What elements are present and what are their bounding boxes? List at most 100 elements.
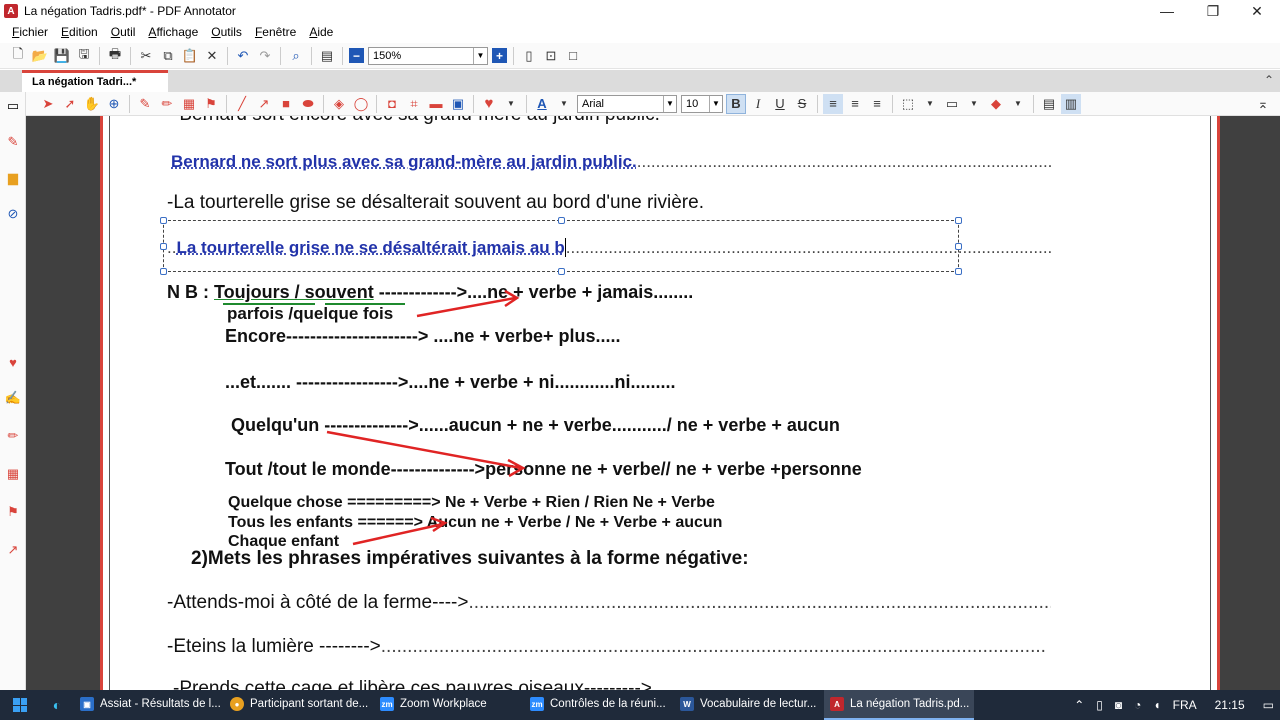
chevron-up-icon[interactable]: ⌃ [1074,698,1084,712]
eraser-icon[interactable]: ◈ [329,94,349,114]
menu-fichier[interactable]: Fichier [12,25,48,39]
full-screen-icon[interactable]: □ [563,46,583,66]
taskbar-app-pdf-annotator[interactable]: A La négation Tadris.pd... [824,690,974,720]
taskbar-app-chrome[interactable]: ● Participant sortant de... [224,690,374,720]
save-icon[interactable]: 💾 [52,46,72,66]
pen-tool-icon[interactable]: ✎ [135,94,155,114]
text-tool-icon[interactable]: ▦ [179,94,199,114]
save-as-icon[interactable]: 🖫 [74,46,94,66]
chevron-down-icon[interactable]: ▼ [964,94,984,114]
undo-icon[interactable]: ↶ [233,46,253,66]
menu-affichage[interactable]: Affichage [148,25,198,39]
taskbar-app-zoom-controls[interactable]: zm Contrôles de la réuni... [524,690,674,720]
pen-icon[interactable]: ✎ [5,134,21,150]
fit-width-icon[interactable]: ⊡ [541,46,561,66]
taskbar-app-word[interactable]: W Vocabulaire de lectur... [674,690,824,720]
network-icon[interactable]: ◔ [1134,698,1141,712]
zoom-select[interactable]: 150% ▼ [368,46,488,65]
sticky-options-icon[interactable]: ▥ [1061,93,1081,114]
align-center-icon[interactable]: ≡ [845,94,865,114]
hand-icon[interactable]: ✋ [82,94,102,114]
camera-icon[interactable]: ◘ [382,94,402,114]
zoom-out-button[interactable]: − [349,48,364,63]
italic-button[interactable]: I [748,94,768,114]
line-tool-icon[interactable]: ╱ [232,94,252,114]
image-insert-icon[interactable]: ▣ [448,94,468,114]
edge-browser-icon[interactable]: ◐ [40,690,74,720]
start-button[interactable] [0,690,40,720]
font-size-select[interactable]: 10 ▼ [681,94,723,113]
zoom-in-button[interactable]: + [492,48,507,63]
select-text-icon[interactable]: ➚ [60,94,80,114]
chevron-down-icon[interactable]: ▼ [1008,94,1028,114]
page-layout-icon[interactable]: ▤ [317,46,337,66]
stamp-tool-icon[interactable]: ⚑ [201,94,221,114]
taskbar-app-assiat[interactable]: ▣ Assiat - Résultats de l... [74,690,224,720]
marker-tool-icon[interactable]: ✏ [157,94,177,114]
zoom-icon[interactable]: ⊕ [104,94,124,114]
pdf-page[interactable]: -Bernard sort encore avec sa grand-mère … [100,116,1220,690]
rectangle-tool-icon[interactable]: ■ [276,94,296,114]
delete-icon[interactable]: ✕ [202,46,222,66]
print-icon[interactable]: 🖶 [105,46,125,66]
properties-icon[interactable]: ▤ [1039,94,1059,114]
toolbar-divider [311,46,312,65]
ellipse-tool-icon[interactable]: ⬬ [298,94,318,114]
paperclip-icon[interactable]: ⊘ [5,206,21,222]
border-width-icon[interactable]: ▭ [942,94,962,114]
clock[interactable]: 21:15 [1215,698,1245,712]
favorites-heart-icon[interactable]: ♥ [479,94,499,114]
text-box-icon[interactable]: ▦ [5,466,21,482]
folder-icon[interactable]: ▆ [5,170,21,186]
arrow-icon[interactable]: ↗ [5,542,21,558]
taskbar-app-label: Zoom Workplace [400,698,487,710]
menu-fenetre[interactable]: Fenêtre [255,25,296,39]
page-view-icon[interactable]: ▭ [5,98,21,114]
tab-la-negation[interactable]: La négation Tadri...* [22,70,168,92]
lasso-icon[interactable]: ◯ [351,94,371,114]
find-binoculars-icon[interactable]: ⌕ [286,46,306,66]
camera-tray-icon[interactable]: ◙ [1115,698,1122,712]
chevron-down-icon[interactable]: ▼ [920,94,940,114]
border-style-icon[interactable]: ⬚ [898,94,918,114]
align-right-icon[interactable]: ≡ [867,94,887,114]
bold-button[interactable]: B [726,93,746,114]
menu-outil[interactable]: Outil [111,25,136,39]
open-folder-icon[interactable]: 📂 [30,46,50,66]
menu-aide[interactable]: Aide [309,25,333,39]
copy-icon[interactable]: ⧉ [158,46,178,66]
align-left-icon[interactable]: ≡ [823,93,843,114]
restore-button[interactable]: ❐ [1190,0,1236,22]
chevron-down-icon[interactable]: ▼ [554,94,574,114]
volume-icon[interactable]: ◖ [1153,698,1160,712]
select-arrow-icon[interactable]: ➤ [38,94,58,114]
underline-button[interactable]: U [770,94,790,114]
signature-icon[interactable]: ✍ [5,390,21,406]
arrow-tool-icon[interactable]: ↗ [254,94,274,114]
strikethrough-button[interactable]: S [792,94,812,114]
fill-color-icon[interactable]: ◆ [986,94,1006,114]
battery-icon[interactable]: ▯ [1096,698,1103,712]
menu-edition[interactable]: Edition [61,25,98,39]
chevron-up-icon[interactable]: ⌃ [1264,73,1274,87]
close-button[interactable]: ✕ [1234,0,1280,22]
heart-icon[interactable]: ♥ [5,354,21,370]
minimize-button[interactable]: — [1144,0,1190,22]
cut-icon[interactable]: ✂ [136,46,156,66]
font-family-select[interactable]: Arial ▼ [577,94,677,113]
keyboard-language[interactable]: FRA [1173,698,1197,712]
notification-icon[interactable]: ▭ [1263,698,1274,712]
redo-icon[interactable]: ↷ [255,46,275,66]
text-color-icon[interactable]: A [532,94,552,114]
paste-icon[interactable]: 📋 [180,46,200,66]
chevron-down-icon[interactable]: ▼ [501,94,521,114]
crop-icon[interactable]: ⌗ [404,94,424,114]
ruler-icon[interactable]: ▬ [426,94,446,114]
fit-page-icon[interactable]: ▯ [519,46,539,66]
stamp-icon[interactable]: ⚑ [5,504,21,520]
highlighter-icon[interactable]: ✏ [5,428,21,444]
menu-outils[interactable]: Outils [211,25,242,39]
new-document-icon[interactable]: 🗋 [8,46,28,66]
collapse-toolbar-icon[interactable]: ⌅ [1253,94,1273,114]
taskbar-app-zoom[interactable]: zm Zoom Workplace [374,690,524,720]
